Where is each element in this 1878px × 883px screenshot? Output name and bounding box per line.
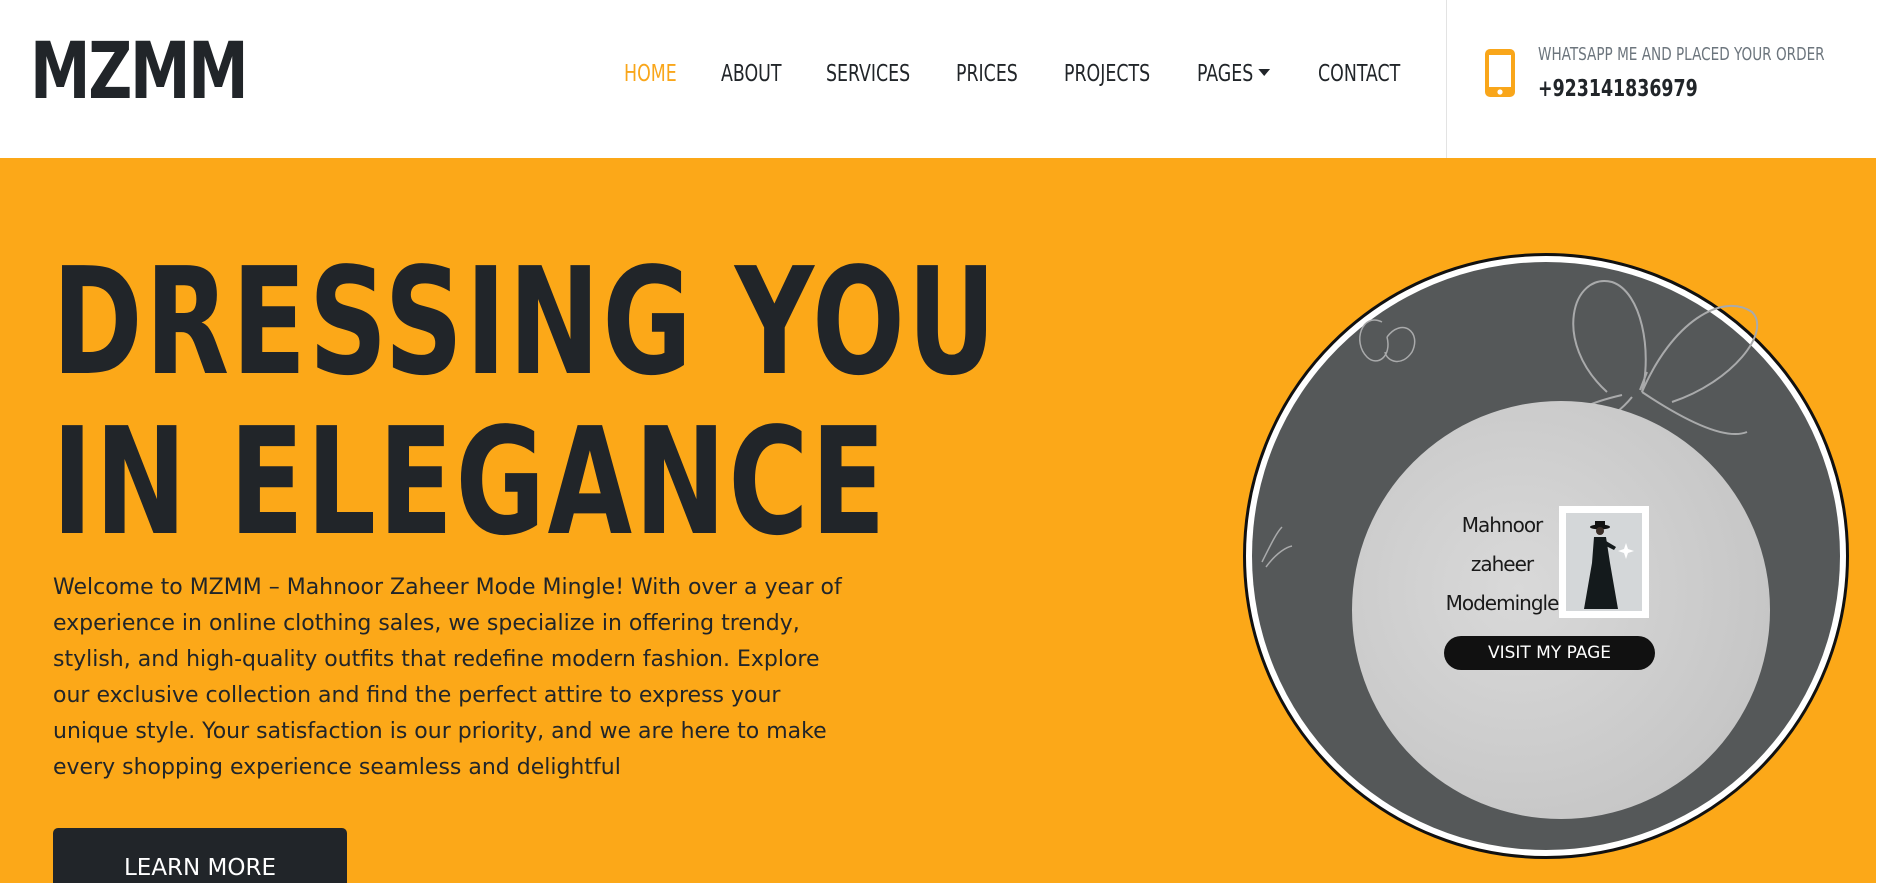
nav-item-home[interactable]: HOME [624,55,677,93]
hero-description: Welcome to MZMM – Mahnoor Zaheer Mode Mi… [53,575,842,780]
brand-name-line-2: zaheer [1470,552,1534,576]
learn-more-button[interactable]: LEARN MORE [53,828,347,883]
model-figure-icon [1566,513,1642,611]
site-header: MZMM HOME ABOUT SERVICES PRICES PROJECTS… [0,0,1878,158]
brand-name-line-3: Modemingle [1445,591,1560,615]
nav-item-projects[interactable]: PROJECTS [1064,55,1150,93]
hero-title-line-2: IN ELEGANCE [52,396,888,568]
nav-item-about[interactable]: ABOUT [721,55,781,93]
hero-title-line-1: DRESSING YOU [52,236,999,408]
contact-phone-number[interactable]: +923141836979 [1538,76,1698,102]
model-photo [1559,506,1649,618]
nav-item-prices[interactable]: PRICES [956,55,1018,93]
site-logo[interactable]: MZMM [30,22,249,122]
model-photo-image [1566,513,1642,611]
hero-title: DRESSING YOU IN ELEGANCE [52,242,998,562]
visit-my-page-button[interactable]: VISIT MY PAGE [1444,636,1655,670]
nav-item-pages[interactable]: PAGES [1197,55,1271,93]
brand-name-line-1: Mahnoor [1461,513,1544,537]
nav-item-contact[interactable]: CONTACT [1318,55,1400,93]
contact-label: WHATSAPP ME AND PLACED YOUR ORDER [1538,44,1825,65]
nav-item-services[interactable]: SERVICES [826,55,910,93]
brand-name-block: Mahnoor zaheer Modemingle [1440,506,1564,623]
caret-down-icon [1258,69,1271,76]
contact-box: WHATSAPP ME AND PLACED YOUR ORDER +92314… [1446,0,1878,158]
mobile-phone-icon [1485,49,1515,97]
